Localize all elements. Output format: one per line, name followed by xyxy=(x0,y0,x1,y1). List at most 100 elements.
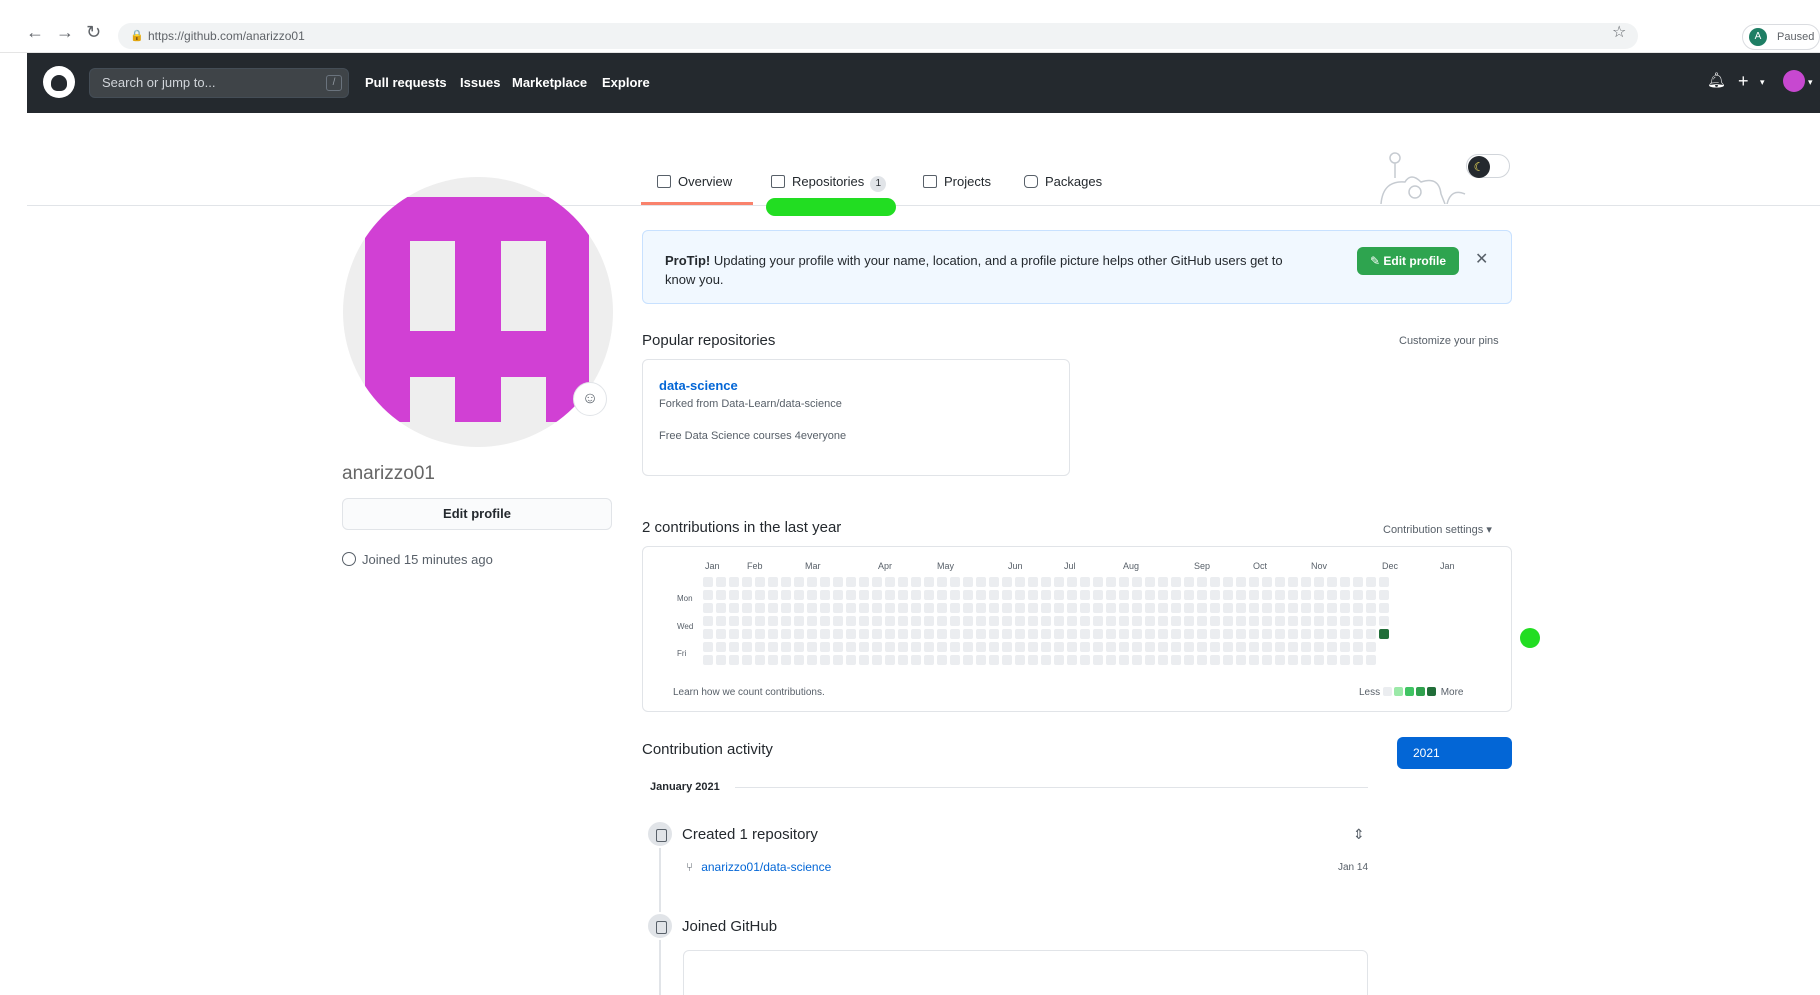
contribution-day-cell[interactable] xyxy=(1275,629,1285,639)
contribution-day-cell[interactable] xyxy=(1067,603,1077,613)
contribution-day-cell[interactable] xyxy=(950,629,960,639)
contribution-day-cell[interactable] xyxy=(924,616,934,626)
contribution-day-cell[interactable] xyxy=(1249,655,1259,665)
profile-paused-button[interactable]: A Paused xyxy=(1742,24,1820,50)
contribution-day-cell[interactable] xyxy=(1379,590,1389,600)
contribution-day-cell[interactable] xyxy=(833,577,843,587)
contribution-day-cell[interactable] xyxy=(755,629,765,639)
contribution-day-cell[interactable] xyxy=(976,616,986,626)
contribution-day-cell[interactable] xyxy=(1366,655,1376,665)
contribution-day-cell[interactable] xyxy=(1093,590,1103,600)
contribution-day-cell[interactable] xyxy=(1145,603,1155,613)
contribution-day-cell[interactable] xyxy=(1054,616,1064,626)
contribution-day-cell[interactable] xyxy=(742,642,752,652)
contribution-day-cell[interactable] xyxy=(1132,629,1142,639)
contribution-day-cell[interactable] xyxy=(1288,629,1298,639)
tab-repositories[interactable]: Repositories 1 xyxy=(771,174,887,192)
contribution-day-cell[interactable] xyxy=(781,655,791,665)
address-bar[interactable]: 🔒 https://github.com/anarizzo01 xyxy=(118,23,1638,49)
contribution-day-cell[interactable] xyxy=(1119,629,1129,639)
contribution-day-cell[interactable] xyxy=(742,590,752,600)
contribution-day-cell[interactable] xyxy=(1249,629,1259,639)
contribution-day-cell[interactable] xyxy=(846,655,856,665)
contribution-day-cell[interactable] xyxy=(1093,655,1103,665)
contribution-day-cell[interactable] xyxy=(859,590,869,600)
contribution-day-cell[interactable] xyxy=(1236,616,1246,626)
contribution-day-cell[interactable] xyxy=(1340,590,1350,600)
contribution-day-cell[interactable] xyxy=(1288,616,1298,626)
contribution-day-cell[interactable] xyxy=(1197,603,1207,613)
tab-overview[interactable]: Overview xyxy=(657,174,732,189)
contribution-day-cell[interactable] xyxy=(1158,577,1168,587)
nav-pull-requests[interactable]: Pull requests xyxy=(365,75,447,90)
contribution-day-cell[interactable] xyxy=(1275,642,1285,652)
contribution-day-cell[interactable] xyxy=(1015,577,1025,587)
contribution-day-cell[interactable] xyxy=(846,590,856,600)
contribution-day-cell[interactable] xyxy=(950,616,960,626)
contribution-day-cell[interactable] xyxy=(755,655,765,665)
set-status-smiley-icon[interactable]: ☺ xyxy=(573,382,607,416)
contribution-day-cell[interactable] xyxy=(1210,642,1220,652)
contribution-day-cell[interactable] xyxy=(1210,577,1220,587)
contribution-day-cell[interactable] xyxy=(885,629,895,639)
contribution-day-cell[interactable] xyxy=(768,629,778,639)
contribution-day-cell[interactable] xyxy=(976,655,986,665)
contribution-day-cell[interactable] xyxy=(1041,577,1051,587)
contribution-day-cell[interactable] xyxy=(1210,629,1220,639)
contribution-day-cell[interactable] xyxy=(1223,616,1233,626)
contribution-day-cell[interactable] xyxy=(976,642,986,652)
contribution-day-cell[interactable] xyxy=(885,616,895,626)
contribution-day-cell[interactable] xyxy=(1145,590,1155,600)
protip-edit-profile-button[interactable]: ✎ Edit profile xyxy=(1357,247,1459,275)
contribution-day-cell[interactable] xyxy=(768,616,778,626)
contribution-day-cell[interactable] xyxy=(1275,603,1285,613)
contribution-day-cell[interactable] xyxy=(716,629,726,639)
contribution-day-cell[interactable] xyxy=(820,629,830,639)
contribution-day-cell[interactable] xyxy=(1093,629,1103,639)
contribution-day-cell[interactable] xyxy=(872,629,882,639)
close-icon[interactable]: ✕ xyxy=(1475,249,1488,269)
contribution-day-cell[interactable] xyxy=(924,655,934,665)
contribution-day-cell[interactable] xyxy=(1275,616,1285,626)
reload-icon[interactable]: ↻ xyxy=(86,22,101,43)
repo-name-link[interactable]: data-science xyxy=(659,378,738,393)
contribution-day-cell[interactable] xyxy=(1080,577,1090,587)
contribution-day-cell[interactable] xyxy=(1132,616,1142,626)
contribution-day-cell[interactable] xyxy=(716,616,726,626)
contribution-day-cell[interactable] xyxy=(846,616,856,626)
contribution-day-cell[interactable] xyxy=(794,616,804,626)
contribution-day-cell[interactable] xyxy=(1223,642,1233,652)
contribution-day-cell[interactable] xyxy=(703,642,713,652)
contribution-day-cell[interactable] xyxy=(924,629,934,639)
contribution-day-cell[interactable] xyxy=(1184,603,1194,613)
contribution-day-cell[interactable] xyxy=(1275,590,1285,600)
contribution-day-cell[interactable] xyxy=(794,629,804,639)
contribution-day-cell[interactable] xyxy=(859,655,869,665)
contribution-day-cell[interactable] xyxy=(963,642,973,652)
contribution-day-cell[interactable] xyxy=(1145,577,1155,587)
contribution-day-cell[interactable] xyxy=(885,590,895,600)
contribution-day-cell[interactable] xyxy=(1340,655,1350,665)
contribution-day-cell[interactable] xyxy=(1236,642,1246,652)
contribution-day-cell[interactable] xyxy=(1067,590,1077,600)
contribution-day-cell[interactable] xyxy=(1366,590,1376,600)
contribution-day-cell[interactable] xyxy=(1106,603,1116,613)
contribution-day-cell[interactable] xyxy=(885,603,895,613)
contribution-day-cell[interactable] xyxy=(1067,616,1077,626)
contribution-day-cell[interactable] xyxy=(1184,655,1194,665)
contribution-day-cell[interactable] xyxy=(937,616,947,626)
contribution-day-cell[interactable] xyxy=(924,577,934,587)
activity-repo-item[interactable]: ⑂ anarizzo01/data-science xyxy=(686,860,831,874)
contribution-day-cell[interactable] xyxy=(898,590,908,600)
contribution-day-cell[interactable] xyxy=(820,590,830,600)
contribution-day-cell[interactable] xyxy=(1314,629,1324,639)
contribution-day-cell[interactable] xyxy=(1223,629,1233,639)
back-icon[interactable]: ← xyxy=(26,22,44,43)
contribution-day-cell[interactable] xyxy=(1379,629,1389,639)
contribution-day-cell[interactable] xyxy=(1236,655,1246,665)
contribution-day-cell[interactable] xyxy=(1015,655,1025,665)
contribution-day-cell[interactable] xyxy=(950,642,960,652)
contribution-day-cell[interactable] xyxy=(1340,616,1350,626)
contribution-day-cell[interactable] xyxy=(989,655,999,665)
contribution-day-cell[interactable] xyxy=(833,603,843,613)
